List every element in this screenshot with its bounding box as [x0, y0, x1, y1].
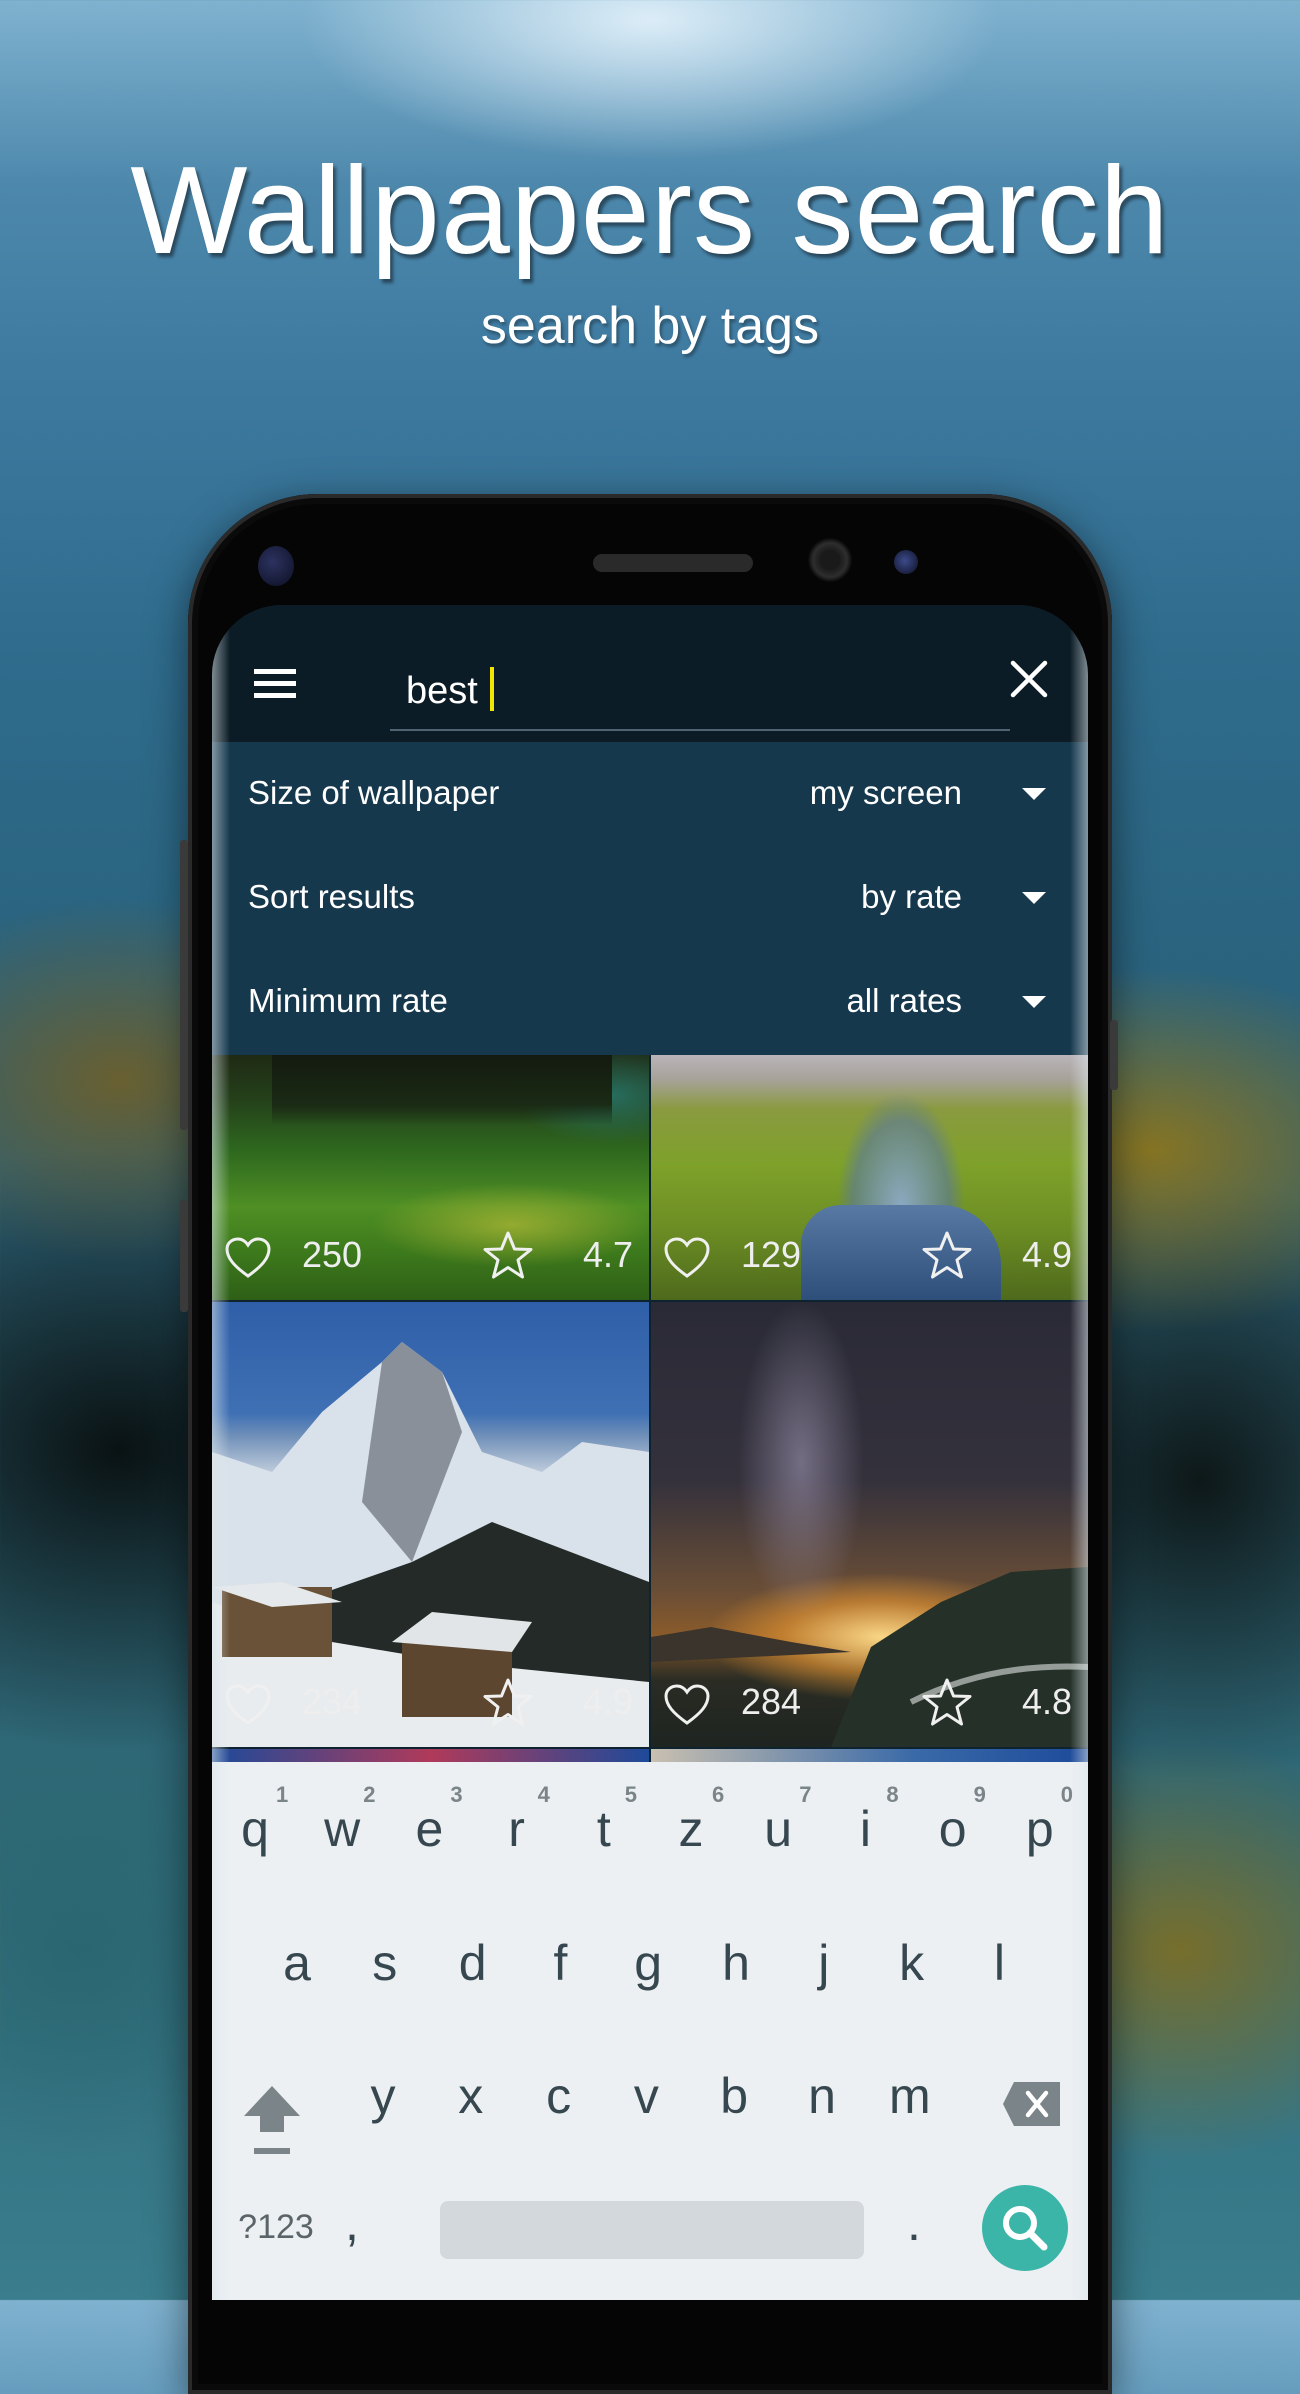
- search-action-key[interactable]: [982, 2185, 1068, 2271]
- dropdown-arrow-icon[interactable]: [1022, 996, 1046, 1008]
- bixby-button: [180, 1200, 188, 1312]
- heart-icon[interactable]: [663, 1236, 711, 1280]
- key-v[interactable]: v: [611, 2067, 681, 2125]
- search-filters: Size of wallpaper my screen Sort results…: [212, 742, 1088, 1055]
- key-z[interactable]: z: [656, 1800, 726, 1858]
- filter-value[interactable]: by rate: [861, 878, 962, 916]
- key-s[interactable]: s: [350, 1934, 420, 1992]
- tile-tree-line: [272, 1055, 612, 1125]
- period-key[interactable]: .: [884, 2194, 944, 2252]
- filter-label: Size of wallpaper: [248, 774, 500, 811]
- rating-value: 4.9: [582, 1681, 633, 1722]
- filter-label: Minimum rate: [248, 982, 448, 1019]
- front-sensor-icon: [258, 546, 294, 586]
- dropdown-arrow-icon[interactable]: [1022, 892, 1046, 904]
- key-i[interactable]: i: [830, 1800, 900, 1858]
- search-query-text: best: [406, 670, 478, 712]
- hamburger-menu-icon[interactable]: [254, 669, 296, 699]
- backspace-key-icon[interactable]: [1002, 2080, 1062, 2128]
- earpiece-speaker: [593, 554, 753, 572]
- key-j[interactable]: j: [789, 1934, 859, 1992]
- star-icon[interactable]: [921, 1677, 973, 1729]
- key-y[interactable]: y: [348, 2067, 418, 2125]
- dropdown-arrow-icon[interactable]: [1022, 788, 1046, 800]
- key-g[interactable]: g: [613, 1934, 683, 1992]
- key-f[interactable]: f: [525, 1934, 595, 1992]
- star-icon[interactable]: [921, 1230, 973, 1282]
- power-button: [1110, 1020, 1118, 1090]
- filter-label: Sort results: [248, 878, 415, 915]
- space-bar[interactable]: [440, 2201, 864, 2259]
- key-n[interactable]: n: [787, 2067, 857, 2125]
- likes-count: 250: [302, 1234, 363, 1275]
- wallpaper-tile-partial[interactable]: [651, 1749, 1088, 1763]
- likes-count: 129: [741, 1234, 802, 1275]
- rating-value: 4.9: [1021, 1234, 1072, 1275]
- key-m[interactable]: m: [875, 2067, 945, 2125]
- key-b[interactable]: b: [699, 2067, 769, 2125]
- filter-value[interactable]: my screen: [810, 774, 962, 812]
- key-e[interactable]: e: [394, 1800, 464, 1858]
- key-a[interactable]: a: [262, 1934, 332, 1992]
- wallpaper-tile[interactable]: 129 4.9: [651, 1055, 1088, 1300]
- key-w[interactable]: w: [307, 1800, 377, 1858]
- key-l[interactable]: l: [964, 1934, 1034, 1992]
- key-r[interactable]: r: [482, 1800, 552, 1858]
- wallpaper-tile[interactable]: 284 4.8: [651, 1302, 1088, 1747]
- rating-value: 4.7: [582, 1234, 633, 1275]
- filter-size-of-wallpaper[interactable]: Size of wallpaper my screen: [212, 742, 1088, 846]
- key-q[interactable]: q: [220, 1800, 290, 1858]
- search-icon: [1003, 2206, 1048, 2251]
- star-icon[interactable]: [482, 1230, 534, 1282]
- wallpaper-tile[interactable]: 250 4.7: [212, 1055, 649, 1300]
- promo-title: Wallpapers search: [130, 142, 1170, 280]
- key-x[interactable]: x: [436, 2067, 506, 2125]
- tile-stats: 234 4.9: [212, 1647, 649, 1747]
- iris-sensor-icon: [894, 550, 918, 574]
- likes-count: 234: [302, 1681, 363, 1722]
- heart-icon[interactable]: [663, 1683, 711, 1727]
- likes-count: 284: [741, 1681, 802, 1722]
- comma-key[interactable]: ,: [322, 2194, 382, 2252]
- key-h[interactable]: h: [701, 1934, 771, 1992]
- key-c[interactable]: c: [524, 2067, 594, 2125]
- key-d[interactable]: d: [438, 1934, 508, 1992]
- filter-sort-results[interactable]: Sort results by rate: [212, 846, 1088, 950]
- key-u[interactable]: u: [743, 1800, 813, 1858]
- heart-icon[interactable]: [224, 1683, 272, 1727]
- filter-minimum-rate[interactable]: Minimum rate all rates: [212, 950, 1088, 1054]
- front-camera-icon: [808, 538, 852, 582]
- on-screen-keyboard: 1q2w3e4r5t6z7u8i9o0p asdfghjkl yxcvbnm ?…: [212, 1762, 1088, 2300]
- app-screen: best Size of wallpaper my screen Sort re…: [212, 605, 1088, 2300]
- wallpaper-tile-partial[interactable]: [212, 1749, 649, 1763]
- wallpaper-tile[interactable]: 234 4.9: [212, 1302, 649, 1747]
- tile-stats: 129 4.9: [651, 1200, 1088, 1300]
- search-toolbar: best: [212, 605, 1088, 742]
- rating-value: 4.8: [1021, 1681, 1072, 1722]
- heart-icon[interactable]: [224, 1236, 272, 1280]
- volume-button: [180, 840, 188, 1130]
- text-cursor: [489, 667, 494, 711]
- star-icon[interactable]: [482, 1677, 534, 1729]
- search-input[interactable]: best: [390, 645, 1010, 731]
- tile-stats: 284 4.8: [651, 1647, 1088, 1747]
- key-k[interactable]: k: [877, 1934, 947, 1992]
- key-o[interactable]: o: [918, 1800, 988, 1858]
- close-icon[interactable]: [1007, 657, 1051, 701]
- shift-key-icon[interactable]: [240, 2082, 304, 2162]
- promo-subtitle: search by tags: [480, 297, 820, 355]
- tile-stats: 250 4.7: [212, 1200, 649, 1300]
- key-t[interactable]: t: [569, 1800, 639, 1858]
- symbols-key[interactable]: ?123: [230, 2208, 322, 2247]
- filter-value[interactable]: all rates: [846, 982, 962, 1020]
- key-p[interactable]: p: [1005, 1800, 1075, 1858]
